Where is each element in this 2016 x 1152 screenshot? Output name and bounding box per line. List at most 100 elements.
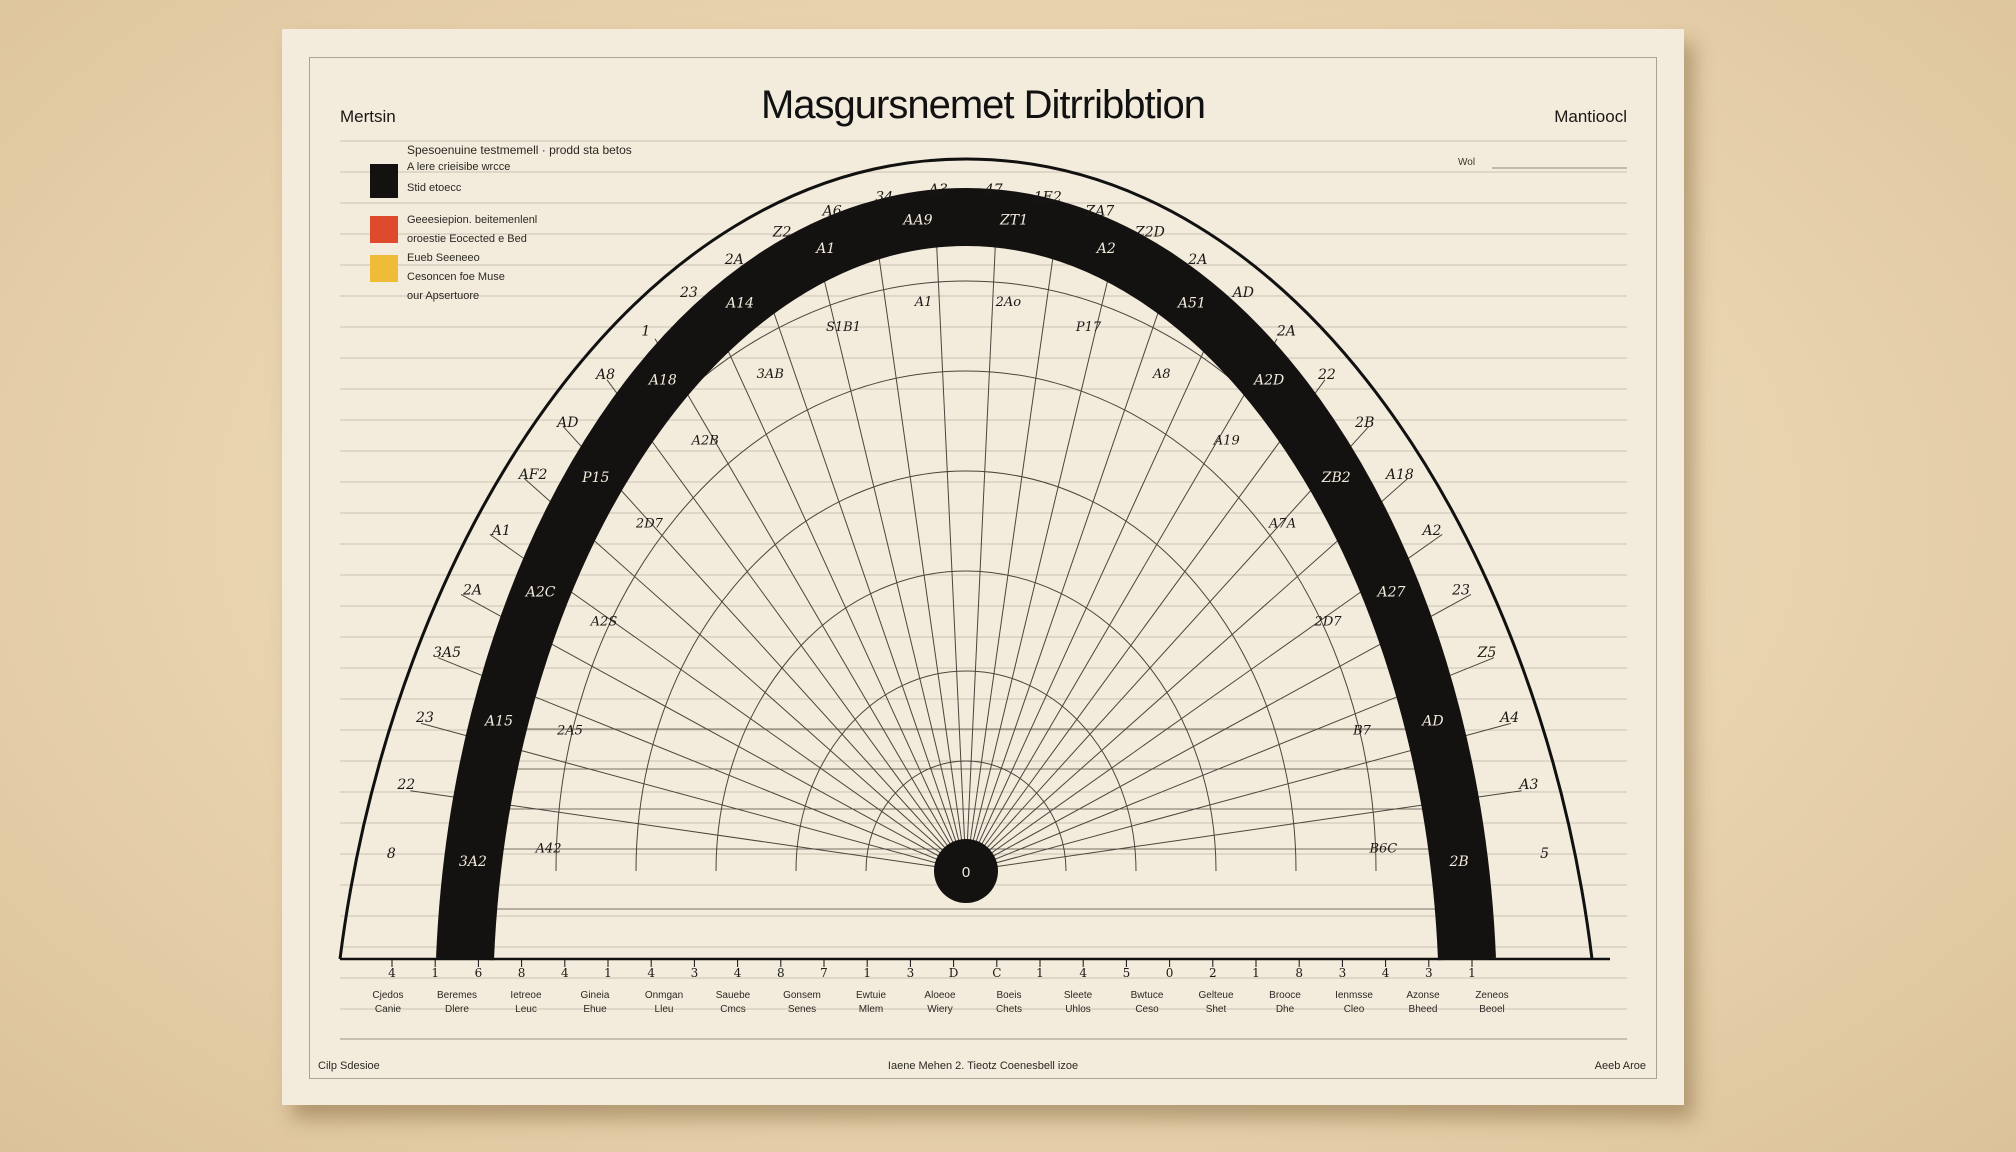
outer-label: 47	[984, 182, 1003, 198]
baseline-tick-label: 3	[907, 966, 915, 980]
baseline-tick-label: 3	[691, 966, 699, 980]
inner-label: 2D7	[1314, 614, 1343, 629]
baseline-tick-label: 7	[820, 966, 828, 980]
baseline-caption: Ewtuie Mlem	[856, 990, 886, 1015]
inner-label: 2D7	[635, 517, 664, 532]
baseline-tick-label: 1	[1252, 966, 1260, 980]
baseline-tick-label: 1	[431, 966, 439, 980]
baseline-tick-label: 4	[561, 966, 569, 980]
baseline-tick-label: 6	[475, 966, 483, 980]
inner-label: S1B1	[826, 320, 861, 335]
band-label: 3A2	[459, 854, 487, 870]
outer-label: A6	[821, 204, 842, 220]
legend-swatch-red	[370, 216, 398, 243]
baseline-caption: Gelteue Shet	[1198, 990, 1233, 1015]
distribution-diagram: 0 3A2A15A2CP15A18A14A1AA9 ZT1A2A51A2DZB2A…	[338, 140, 1627, 1040]
baseline-caption: Sleete Uhlos	[1064, 990, 1093, 1015]
band-label: ZB2	[1321, 470, 1351, 486]
baseline-tick-label: 1	[1468, 966, 1476, 980]
legend-item-1-line-2: Stid etoecc	[407, 182, 462, 194]
outer-label: 23	[1451, 582, 1470, 598]
band-label: A18	[647, 372, 677, 388]
baseline-tick-label: 8	[777, 966, 785, 980]
band-label: A1	[814, 241, 835, 257]
legend-heading: Spesoenuine testmemell · prodd sta betos	[407, 143, 632, 157]
band-label: A2C	[524, 584, 556, 600]
baseline-caption: Gonsem Senes	[783, 990, 821, 1015]
band-label: 2B	[1449, 854, 1469, 870]
band-label: A2	[1095, 241, 1116, 257]
baseline-caption: Brooce Dhe	[1269, 990, 1301, 1015]
outer-label: 22	[1317, 367, 1336, 383]
corner-label-left: Mertsin	[340, 107, 396, 126]
outer-label: AD	[555, 415, 578, 431]
baseline-tick-label: 1	[604, 966, 612, 980]
baseline-tick-label: 0	[1166, 966, 1174, 980]
legend-item-1-line-1: A lere crieisibe wrcce	[407, 161, 511, 173]
inner-label: 2A5	[556, 723, 583, 738]
baseline-tick-label: 3	[1425, 966, 1433, 980]
baseline-tick-label: C	[992, 966, 1001, 980]
outer-label: 34	[875, 189, 893, 205]
arch-shapes: 0	[338, 157, 1610, 961]
baseline-caption: Aloeoe Wiery	[924, 990, 956, 1015]
baseline-tick-label: 2	[1209, 966, 1217, 980]
outer-label: 2A	[462, 582, 482, 598]
radial-spoke	[965, 379, 1326, 872]
outer-label: 2A	[724, 252, 744, 268]
band-label: A51	[1176, 295, 1206, 311]
outer-label: 1E2	[1034, 189, 1062, 205]
baseline-caption: Bwtuce Ceso	[1131, 990, 1164, 1015]
band-label: A2D	[1252, 372, 1284, 388]
baseline-tick-label: 8	[518, 966, 526, 980]
band-label: A14	[724, 295, 754, 311]
legend-swatch-yellow	[370, 255, 398, 282]
baseline-caption: Sauebe Cmcs	[716, 990, 751, 1015]
outer-label: A3	[927, 182, 948, 198]
page-title: Masgursnemet Ditrribbtion	[760, 83, 1206, 127]
outer-label: 1	[641, 323, 650, 339]
concentric-arc	[715, 570, 1217, 872]
baseline-tick-label: 1	[1036, 966, 1044, 980]
inner-label: A2B	[691, 433, 719, 448]
outer-label: 23	[679, 285, 698, 301]
baseline-caption: Zeneos Beoel	[1475, 990, 1508, 1015]
outer-label: A8	[594, 367, 615, 383]
outer-label: AF2	[517, 467, 548, 483]
outer-label: 5	[1540, 846, 1549, 862]
outer-label: A1	[490, 523, 511, 539]
hub-label: 0	[962, 864, 970, 881]
outer-label: 23	[415, 710, 434, 726]
baseline-caption: Beremes Dlere	[437, 990, 477, 1015]
legend-swatch-black	[370, 164, 398, 198]
baseline-tick-label: 4	[1079, 966, 1087, 980]
inner-label: B6C	[1368, 841, 1397, 856]
band-label: AA9	[901, 213, 932, 229]
baseline-caption: Onmgan Lleu	[645, 990, 683, 1015]
outer-label: 8	[387, 846, 396, 862]
baseline-tick-label: D	[949, 966, 959, 980]
legend-extra-line: our Apsertuore	[407, 290, 480, 302]
baseline-tick-label: 4	[647, 966, 655, 980]
inner-label: A42	[535, 841, 562, 856]
legend-item-3-line-2: Cesoncen foe Muse	[407, 271, 505, 283]
radial-spoke	[562, 426, 967, 872]
baseline-tick-label: 1	[863, 966, 871, 980]
outer-label: Z2	[772, 225, 792, 241]
band-label: AD	[1420, 713, 1443, 729]
outer-label: A3	[1517, 777, 1538, 793]
band-label: P15	[581, 470, 609, 486]
outer-label: A4	[1498, 710, 1519, 726]
right-field-label: Wol	[1458, 157, 1476, 168]
outer-label: AD	[1231, 285, 1254, 301]
inner-label: B7	[1352, 723, 1372, 738]
baseline-caption: Boeis Chets	[996, 990, 1022, 1015]
band-label: A27	[1375, 584, 1405, 600]
inner-label: A2S	[590, 614, 618, 629]
corner-label-right: Mantioocl	[1554, 107, 1627, 126]
band-label: A15	[483, 713, 513, 729]
radial-spoke	[935, 231, 967, 872]
baseline-caption: Ietreoe Leuc	[510, 990, 542, 1015]
legend-item-3-line-1: Eueb Seeneeo	[407, 252, 480, 264]
radial-spoke	[606, 379, 967, 872]
